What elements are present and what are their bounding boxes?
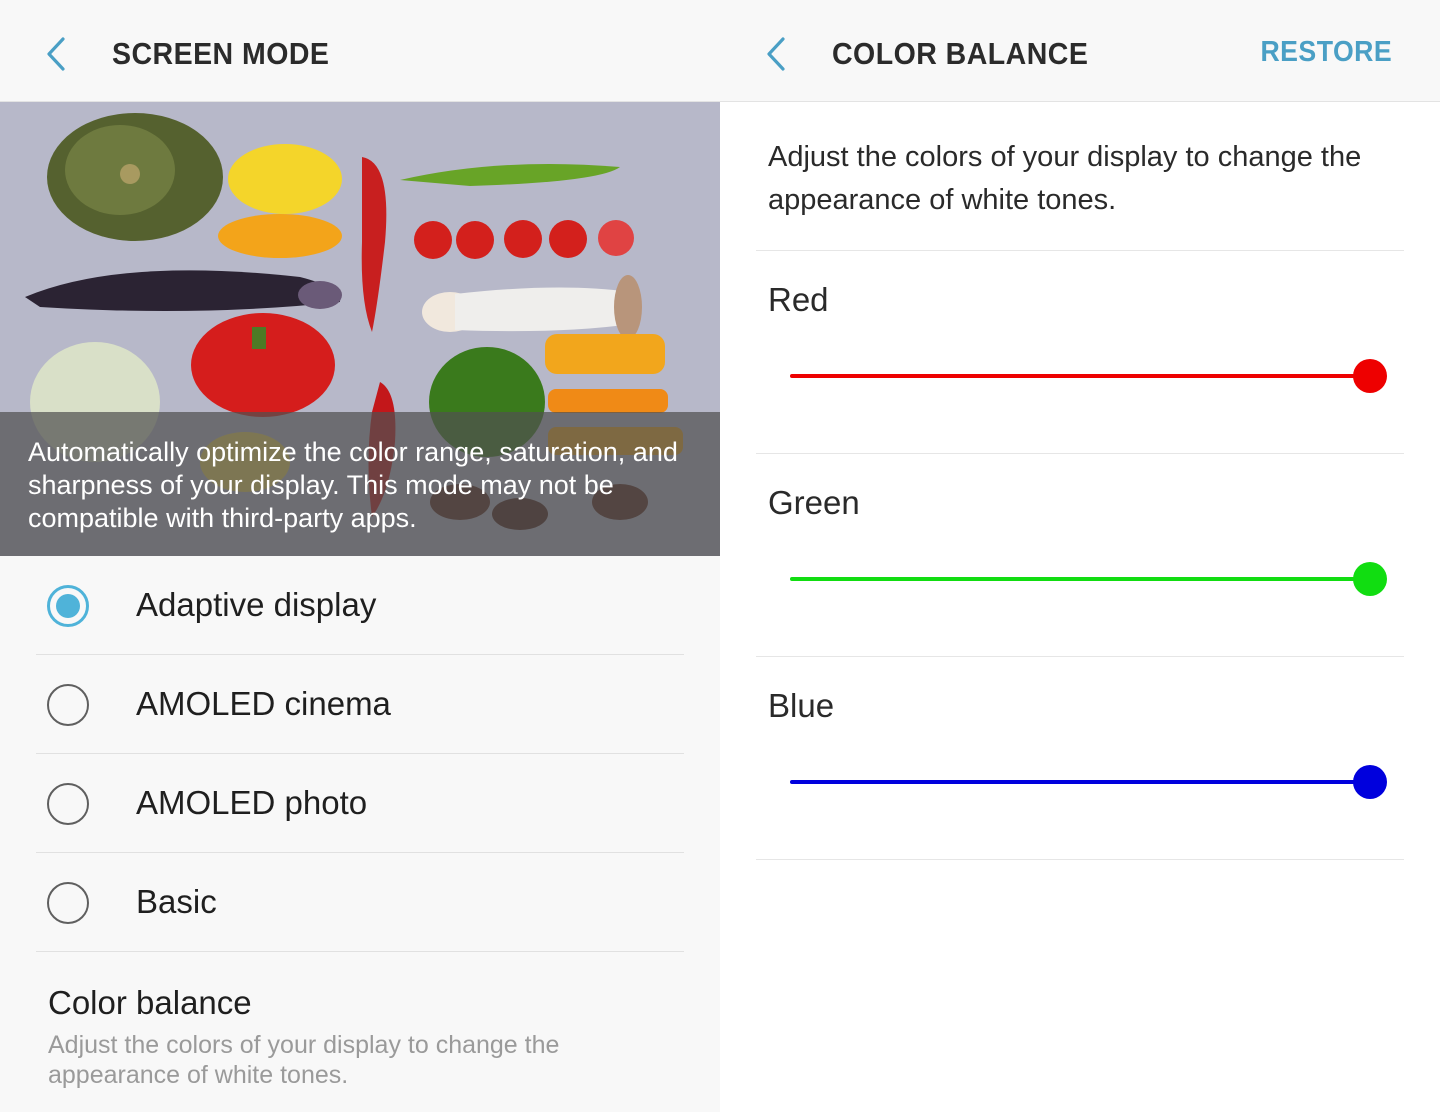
- preview-caption-text: Automatically optimize the color range, …: [28, 437, 678, 533]
- slider-label-blue: Blue: [768, 687, 835, 724]
- color-balance-title: Color balance: [48, 984, 252, 1021]
- preview-image: Automatically optimize the color range, …: [0, 102, 720, 556]
- color-balance-panel: COLOR BALANCE RESTORE Adjust the colors …: [720, 0, 1440, 1112]
- radio-checked-icon[interactable]: [47, 585, 89, 627]
- page-title: COLOR BALANCE: [832, 36, 1089, 71]
- preview-caption: Automatically optimize the color range, …: [0, 412, 720, 556]
- radio-unchecked-icon[interactable]: [47, 882, 89, 924]
- chevron-left-icon: [767, 37, 785, 71]
- mode-option-label: Adaptive display: [136, 586, 377, 623]
- radio-unchecked-icon[interactable]: [47, 684, 89, 726]
- divider: [756, 859, 1404, 860]
- mode-option-label: AMOLED cinema: [136, 685, 391, 722]
- restore-button[interactable]: RESTORE: [1260, 36, 1392, 69]
- slider-label-red: Red: [768, 281, 829, 318]
- mode-option-amoled-photo[interactable]: AMOLED photo: [36, 754, 684, 853]
- mode-option-basic[interactable]: Basic: [36, 853, 684, 952]
- blue-slider-thumb[interactable]: [1353, 765, 1387, 799]
- slider-label-green: Green: [768, 484, 860, 521]
- mode-option-amoled-cinema[interactable]: AMOLED cinema: [36, 655, 684, 754]
- chevron-left-icon: [47, 37, 65, 71]
- screen-mode-list: Adaptive display AMOLED cinema AMOLED ph…: [36, 556, 684, 952]
- green-slider-track[interactable]: [790, 577, 1370, 581]
- green-slider-row: Green: [756, 454, 1404, 657]
- back-button[interactable]: [34, 30, 78, 78]
- screen-mode-panel: SCREEN MODE Automatically optimize the c…: [0, 0, 720, 1112]
- page-title: SCREEN MODE: [112, 36, 330, 71]
- blue-slider-track[interactable]: [790, 780, 1370, 784]
- red-slider-track[interactable]: [790, 374, 1370, 378]
- color-balance-intro: Adjust the colors of your display to cha…: [768, 141, 1362, 216]
- blue-slider-row: Blue: [756, 657, 1404, 860]
- back-button[interactable]: [754, 30, 798, 78]
- color-balance-menu-item[interactable]: Color balance Adjust the colors of your …: [48, 984, 668, 1090]
- app-bar: COLOR BALANCE RESTORE: [720, 0, 1440, 102]
- red-slider-row: Red: [756, 251, 1404, 454]
- color-balance-description: Adjust the colors of your display to cha…: [48, 1031, 560, 1089]
- red-slider-thumb[interactable]: [1353, 359, 1387, 393]
- app-bar: SCREEN MODE: [0, 0, 720, 102]
- radio-unchecked-icon[interactable]: [47, 783, 89, 825]
- mode-option-label: Basic: [136, 883, 217, 920]
- mode-option-label: AMOLED photo: [136, 784, 368, 821]
- green-slider-thumb[interactable]: [1353, 562, 1387, 596]
- mode-option-adaptive-display[interactable]: Adaptive display: [36, 556, 684, 655]
